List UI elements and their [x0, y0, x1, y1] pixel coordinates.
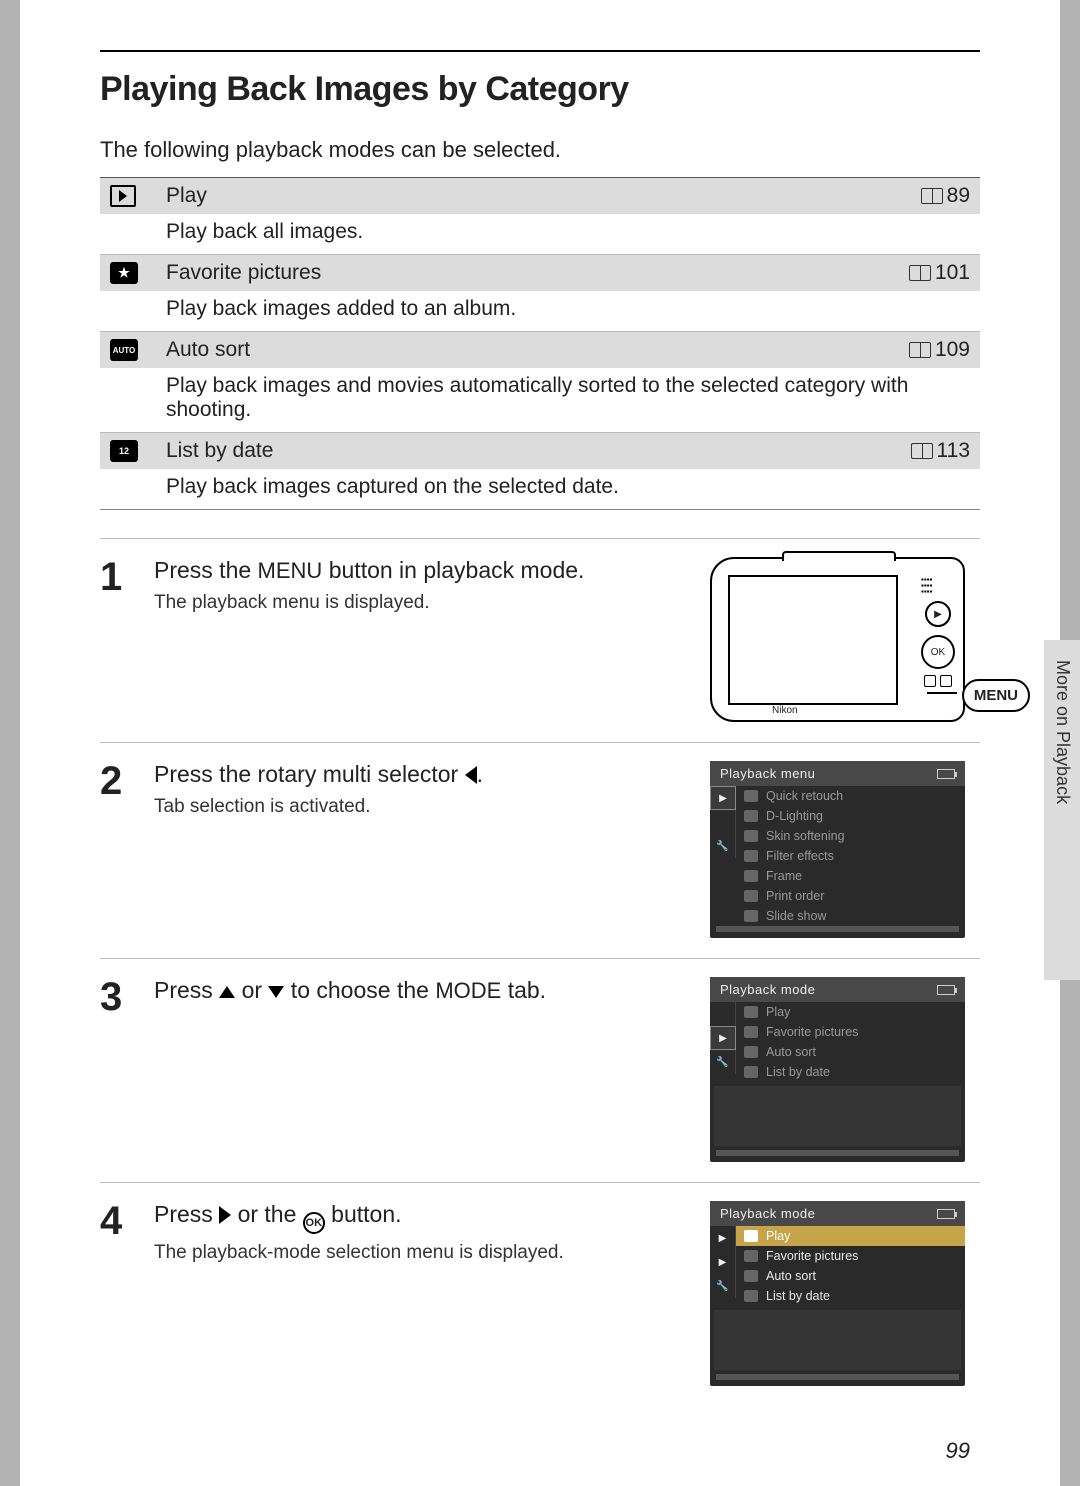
lcd-item: Skin softening	[736, 826, 965, 846]
step-2: 2 Press the rotary multi selector . Tab …	[100, 743, 980, 959]
lcd-tab	[710, 1002, 736, 1026]
step-number: 4	[100, 1201, 136, 1386]
section-tab-label: More on Playback	[1052, 660, 1073, 804]
mode-desc: Play back images added to an album.	[100, 291, 980, 332]
lcd-item: Slide show	[736, 906, 965, 926]
lcd-item: List by date	[736, 1062, 965, 1082]
mode-label: Play	[166, 184, 921, 208]
mode-label: Auto sort	[166, 338, 909, 362]
auto-icon: AUTO	[110, 339, 166, 361]
lcd-title: Playback mode	[720, 1206, 815, 1221]
page-ref: 113	[911, 439, 970, 463]
page-title: Playing Back Images by Category	[100, 70, 980, 109]
menu-glyph: MENU	[258, 558, 323, 583]
mode-label: Favorite pictures	[166, 261, 909, 285]
lcd-item: D-Lighting	[736, 806, 965, 826]
step-1: 1 Press the MENU button in playback mode…	[100, 538, 980, 743]
page-ref: 101	[909, 261, 970, 285]
lcd-item: Filter effects	[736, 846, 965, 866]
lcd-tab: 🔧	[710, 1274, 736, 1298]
lcd-playback-menu: Playback menu ▶ 🔧 Quick retouch D-Lighti…	[710, 761, 965, 938]
step-sub: Tab selection is activated.	[154, 796, 692, 818]
battery-icon	[937, 1209, 955, 1219]
mode-row-header: ★ Favorite pictures 101	[100, 255, 980, 291]
lcd-tab: ▶	[710, 1226, 736, 1250]
lcd-title: Playback mode	[720, 982, 815, 997]
left-arrow-icon	[465, 766, 477, 784]
step-sub: The playback menu is displayed.	[154, 592, 692, 614]
mode-label: List by date	[166, 439, 911, 463]
lcd-item: Favorite pictures	[736, 1246, 965, 1266]
book-icon	[909, 342, 931, 358]
step-3: 3 Press or to choose the MODE tab. Playb…	[100, 959, 980, 1183]
mode-row-header: AUTO Auto sort 109	[100, 332, 980, 368]
battery-icon	[937, 985, 955, 995]
down-arrow-icon	[268, 986, 284, 998]
lcd-item: Auto sort	[736, 1266, 965, 1286]
ok-button-icon: OK	[303, 1212, 325, 1234]
lcd-tab: 🔧	[710, 834, 736, 858]
lcd-tab: ▶	[710, 1026, 736, 1050]
lcd-playback-mode: Playback mode ▶ 🔧 Play Favorite pictures	[710, 977, 965, 1162]
up-arrow-icon	[219, 986, 235, 998]
page-ref: 109	[909, 338, 970, 362]
step-number: 1	[100, 557, 136, 722]
mode-row-header: 12 List by date 113	[100, 433, 980, 469]
top-rule	[100, 50, 980, 52]
book-icon	[911, 443, 933, 459]
step-number: 3	[100, 977, 136, 1162]
step-title: Press the rotary multi selector .	[154, 761, 692, 788]
step-4: 4 Press or the OK button. The playback-m…	[100, 1183, 980, 1406]
step-list: 1 Press the MENU button in playback mode…	[100, 538, 980, 1406]
star-icon: ★	[110, 262, 166, 284]
camera-brand: Nikon	[772, 705, 798, 716]
step-number: 2	[100, 761, 136, 938]
date-icon: 12	[110, 440, 166, 462]
lcd-tab: ▶	[710, 786, 736, 810]
step-title: Press the MENU button in playback mode.	[154, 557, 692, 584]
step-sub: The playback-mode selection menu is disp…	[154, 1242, 692, 1264]
lcd-item: Auto sort	[736, 1042, 965, 1062]
book-icon	[921, 188, 943, 204]
lcd-tab: 🔧	[710, 1050, 736, 1074]
lcd-item: Play	[736, 1002, 965, 1022]
mode-desc: Play back images and movies automaticall…	[100, 368, 980, 433]
lcd-item: Favorite pictures	[736, 1022, 965, 1042]
manual-page: Playing Back Images by Category The foll…	[20, 0, 1060, 1486]
battery-icon	[937, 769, 955, 779]
lcd-tab	[710, 810, 736, 834]
intro-text: The following playback modes can be sele…	[100, 137, 980, 163]
mode-glyph: MODE	[435, 978, 501, 1003]
play-icon	[110, 185, 166, 207]
mode-row-header: Play 89	[100, 178, 980, 214]
camera-illustration: ▪▪▪▪▪▪▪▪▪▪▪▪ ▶ OK Nikon MENU	[710, 557, 980, 722]
lcd-item-selected: Play	[736, 1226, 965, 1246]
lcd-playback-mode: Playback mode ▶ ▶ 🔧 Play Favorite pictur…	[710, 1201, 965, 1386]
lcd-item: Frame	[736, 866, 965, 886]
lcd-item: Print order	[736, 886, 965, 906]
mode-desc: Play back all images.	[100, 214, 980, 255]
lcd-title: Playback menu	[720, 766, 815, 781]
lcd-tab: ▶	[710, 1250, 736, 1274]
page-number: 99	[946, 1438, 970, 1464]
book-icon	[909, 265, 931, 281]
mode-desc: Play back images captured on the selecte…	[100, 469, 980, 509]
section-tab: More on Playback	[1044, 640, 1080, 980]
lcd-item: List by date	[736, 1286, 965, 1306]
menu-button-label: MENU	[962, 679, 1030, 712]
step-title: Press or to choose the MODE tab.	[154, 977, 692, 1004]
lcd-item: Quick retouch	[736, 786, 965, 806]
playback-modes-table: Play 89 Play back all images. ★ Favorite…	[100, 177, 980, 510]
right-arrow-icon	[219, 1206, 231, 1224]
step-title: Press or the OK button.	[154, 1201, 692, 1234]
page-ref: 89	[921, 184, 970, 208]
